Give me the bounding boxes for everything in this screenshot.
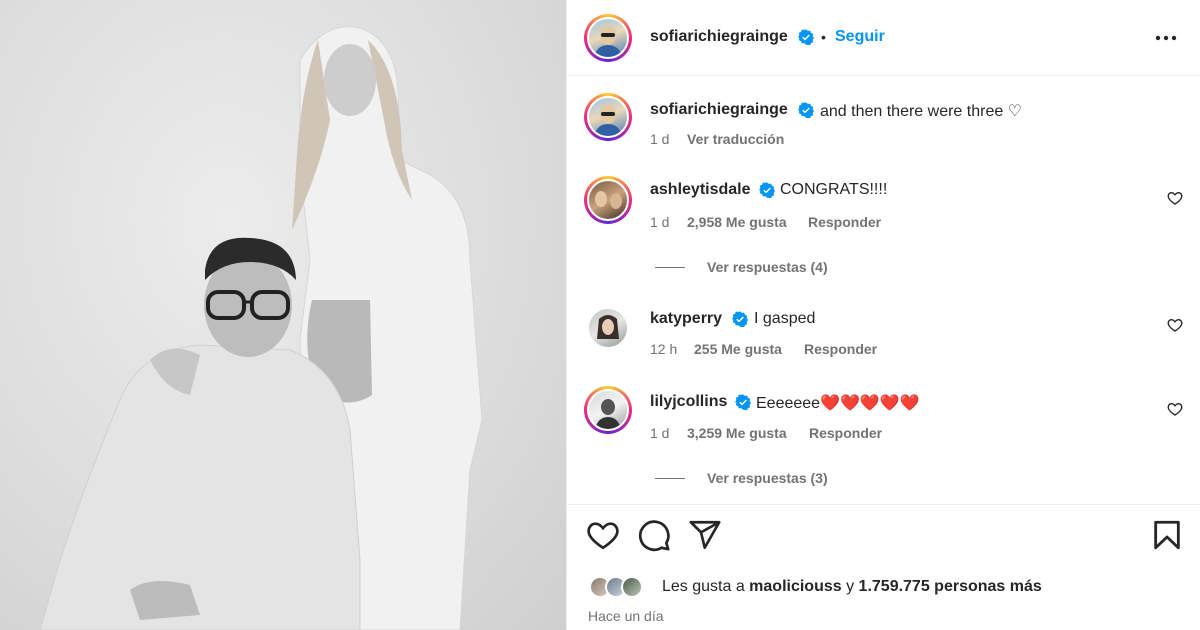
separator-dot: • — [821, 29, 826, 45]
caption-username[interactable]: sofiarichiegrainge — [650, 101, 788, 119]
liker-avatar — [621, 576, 643, 598]
comment-text: I gasped — [754, 310, 816, 327]
comment-like-heart-icon[interactable] — [1167, 317, 1183, 333]
photo-illustration — [39, 26, 483, 630]
comment-likes[interactable]: 3,259 Me gusta — [687, 425, 787, 441]
post-header: sofiarichiegrainge • Seguir — [567, 0, 1200, 76]
replies-divider — [655, 478, 685, 479]
comment-time: 12 h — [650, 341, 678, 357]
likes-count[interactable]: 1.759.775 personas más — [859, 578, 1042, 595]
translate-link[interactable]: Ver traducción — [687, 131, 784, 147]
comment-text: Eeeeeee❤️❤️❤️❤️❤️ — [756, 395, 920, 412]
reply-button[interactable]: Responder — [808, 214, 881, 230]
comment-icon[interactable] — [637, 518, 671, 552]
comment-time: 1 d — [650, 425, 670, 441]
more-options-icon[interactable] — [1154, 28, 1178, 48]
comment-likes[interactable]: 255 Me gusta — [694, 341, 782, 357]
verified-icon — [735, 394, 751, 410]
likes-prefix: Les gusta a — [662, 578, 750, 595]
comment-username[interactable]: ashleytisdale — [650, 181, 751, 199]
comment-avatar[interactable] — [584, 176, 632, 224]
comment-like-heart-icon[interactable] — [1167, 190, 1183, 206]
comment-avatar-image — [595, 399, 621, 429]
heart-icon[interactable] — [586, 518, 620, 552]
caption-text: and then there were three ♡ — [820, 103, 1023, 120]
reply-button[interactable]: Responder — [804, 341, 877, 357]
share-icon[interactable] — [688, 518, 722, 552]
comment-avatar[interactable] — [584, 386, 632, 434]
follow-button[interactable]: Seguir — [835, 28, 885, 46]
comment-username[interactable]: lilyjcollins — [650, 393, 727, 411]
liker-username[interactable]: maoliciouss — [749, 578, 841, 595]
comment-like-heart-icon[interactable] — [1167, 401, 1183, 417]
verified-icon — [798, 102, 814, 118]
comment-avatar[interactable] — [584, 304, 632, 352]
caption-time: 1 d — [650, 131, 670, 147]
caption-avatar-image — [594, 104, 622, 136]
author-username[interactable]: sofiarichiegrainge — [650, 28, 788, 46]
comment-avatar-image — [597, 315, 619, 339]
verified-icon — [798, 29, 814, 45]
comment-time: 1 d — [650, 214, 670, 230]
comment-likes[interactable]: 2,958 Me gusta — [687, 214, 787, 230]
author-avatar[interactable] — [584, 14, 632, 62]
comment-avatar-image — [595, 191, 622, 209]
verified-icon — [732, 311, 748, 327]
likes-summary: Les gusta a maoliciouss y 1.759.775 pers… — [662, 578, 1042, 596]
replies-divider — [655, 267, 685, 268]
comment-username[interactable]: katyperry — [650, 310, 722, 328]
verified-icon — [759, 182, 775, 198]
post-photo[interactable] — [0, 0, 566, 630]
caption-avatar[interactable] — [584, 93, 632, 141]
view-replies-button[interactable]: Ver respuestas (3) — [707, 470, 828, 486]
author-avatar-image — [594, 25, 622, 57]
reply-button[interactable]: Responder — [809, 425, 882, 441]
view-replies-button[interactable]: Ver respuestas (4) — [707, 259, 828, 275]
posted-time: Hace un día — [588, 608, 664, 624]
likes-middle: y — [841, 578, 859, 595]
bookmark-icon[interactable] — [1150, 518, 1184, 552]
comment-text: CONGRATS!!!! — [780, 181, 888, 198]
post-details-panel: sofiarichiegrainge • Seguir sofiarichieg… — [566, 0, 1200, 630]
